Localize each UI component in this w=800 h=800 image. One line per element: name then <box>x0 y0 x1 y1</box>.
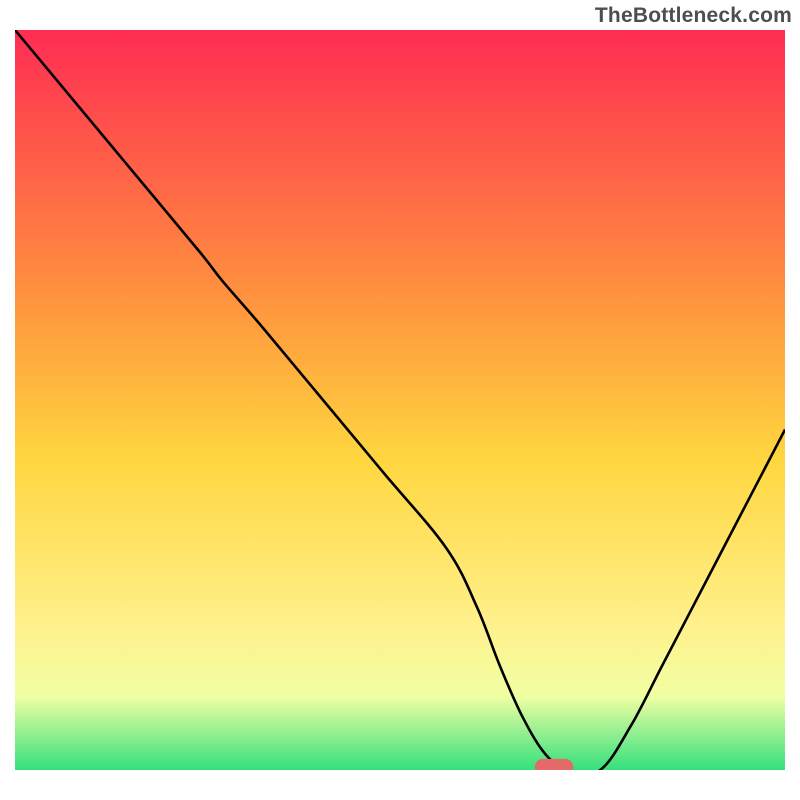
watermark-text: TheBottleneck.com <box>595 4 792 28</box>
minimum-marker <box>535 759 574 775</box>
gradient-background <box>15 30 785 770</box>
bottleneck-chart: TheBottleneck.com <box>0 0 800 800</box>
chart-svg <box>0 0 800 800</box>
